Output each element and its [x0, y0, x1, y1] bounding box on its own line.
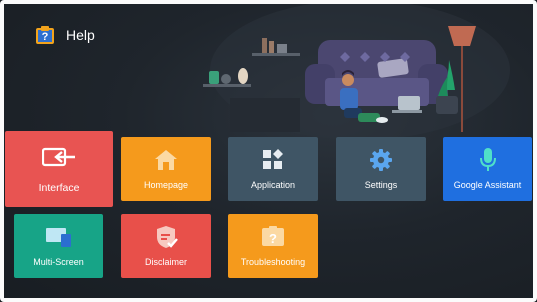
help-book-icon: ? — [36, 26, 54, 44]
svg-text:?: ? — [42, 31, 49, 43]
tile-application[interactable]: Application — [228, 137, 318, 201]
tile-troubleshooting[interactable]: ? Troubleshooting — [228, 214, 318, 278]
disclaimer-shield-icon — [157, 226, 178, 248]
tile-settings[interactable]: Settings — [336, 137, 426, 201]
tile-google-assistant[interactable]: Google Assistant — [443, 137, 532, 201]
tile-homepage[interactable]: Homepage — [121, 137, 211, 201]
help-screen: ? Help Interface Homepage Application Se… — [0, 0, 537, 302]
svg-text:?: ? — [269, 231, 277, 246]
tile-label: Settings — [364, 180, 398, 190]
question-box-icon: ? — [262, 226, 284, 246]
apps-grid-icon — [263, 149, 283, 169]
gear-icon — [370, 149, 392, 171]
tile-disclaimer[interactable]: Disclaimer — [121, 214, 211, 278]
microphone-icon — [479, 148, 496, 171]
tile-label: Homepage — [143, 180, 189, 190]
tile-multi-screen[interactable]: Multi-Screen — [14, 214, 103, 278]
interface-icon — [42, 147, 75, 167]
tile-label: Troubleshooting — [240, 257, 306, 267]
page-header: ? Help — [34, 23, 95, 47]
tile-label: Google Assistant — [453, 180, 522, 190]
home-icon — [155, 150, 177, 170]
tile-interface[interactable]: Interface — [5, 131, 113, 207]
tile-label: Interface — [38, 182, 80, 194]
multi-screen-icon — [45, 228, 71, 247]
tile-label: Multi-Screen — [33, 257, 84, 267]
tile-label: Application — [250, 180, 296, 190]
page-title: Help — [66, 27, 95, 43]
tile-label: Disclaimer — [144, 257, 187, 267]
